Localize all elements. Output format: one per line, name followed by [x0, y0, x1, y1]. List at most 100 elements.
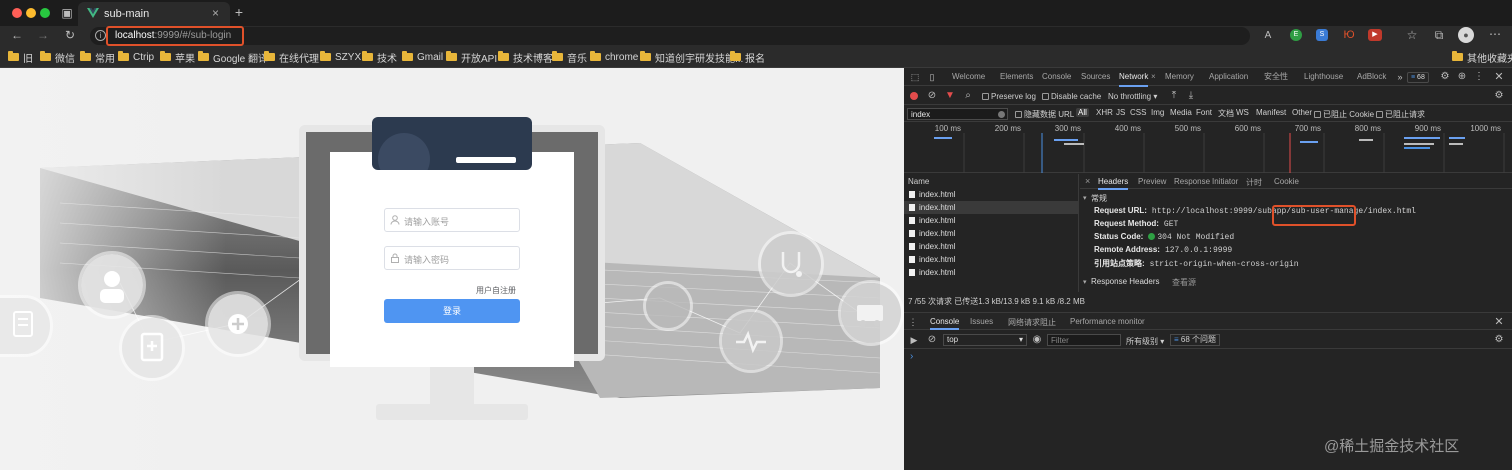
bookmark-item[interactable]: 微信	[40, 50, 75, 65]
devtools-tab-elements[interactable]: Elements	[1000, 68, 1033, 86]
request-row[interactable]: index.html	[904, 240, 1078, 253]
bookmark-item[interactable]: Gmail	[402, 50, 443, 64]
password-field[interactable]: 请输入密码	[384, 246, 520, 270]
console-sidebar-icon[interactable]: ▶	[909, 333, 919, 347]
filter-input[interactable]: index	[907, 108, 1008, 120]
issues-badge[interactable]: ≡ 68	[1407, 72, 1429, 83]
drawer-menu-icon[interactable]: ⋮	[908, 315, 918, 329]
bookmark-item[interactable]: 音乐	[552, 50, 587, 65]
extension-yu-icon[interactable]: Ю	[1343, 28, 1355, 42]
minimize-window-button[interactable]	[26, 8, 36, 18]
browser-tab[interactable]: sub-main ×	[78, 2, 230, 26]
detail-tab-cookie[interactable]: Cookie	[1274, 177, 1299, 186]
network-settings-icon[interactable]: ⚙	[1494, 89, 1504, 103]
bookmark-item[interactable]: 知道创宇研发技能...	[640, 50, 743, 65]
devtools-tab-安全性[interactable]: 安全性	[1264, 68, 1288, 86]
import-har-icon[interactable]: ⤒	[1169, 89, 1179, 103]
hide-data-url-checkbox[interactable]: 隐藏数据 URL	[1015, 109, 1074, 120]
throttling-select[interactable]: No throttling ▾	[1108, 92, 1157, 101]
response-headers-title[interactable]: Response Headers	[1091, 277, 1159, 286]
filter-type-9[interactable]: Manifest	[1254, 108, 1288, 117]
disable-cache-checkbox[interactable]: Disable cache	[1042, 92, 1101, 101]
view-source-link[interactable]: 查看源	[1172, 277, 1196, 288]
remote-devices-icon[interactable]: ⊕	[1457, 70, 1467, 84]
close-window-button[interactable]	[12, 8, 22, 18]
devtools-tab-network[interactable]: Network	[1119, 68, 1149, 87]
other-bookmarks-folder[interactable]: 其他收藏夹	[1452, 50, 1512, 65]
address-bar[interactable]: i localhost:9999/#/sub-login	[90, 27, 1250, 45]
request-row[interactable]: index.html	[904, 266, 1078, 279]
detail-tab-headers[interactable]: Headers	[1098, 177, 1129, 190]
more-tabs-icon[interactable]: »	[1395, 70, 1405, 84]
maximize-window-button[interactable]	[40, 8, 50, 18]
bookmark-item[interactable]: 苹果	[160, 50, 195, 65]
close-devtools-icon[interactable]: ✕	[1494, 70, 1504, 84]
filter-type-7[interactable]: 文档	[1216, 108, 1236, 119]
bookmark-item[interactable]: 技术博客	[498, 50, 553, 65]
request-row[interactable]: index.html	[904, 214, 1078, 227]
filter-type-4[interactable]: Img	[1149, 108, 1166, 117]
bookmark-item[interactable]: 技术	[362, 50, 397, 65]
log-levels-select[interactable]: 所有级别 ▾	[1126, 336, 1164, 347]
filter-icon[interactable]: ▼	[945, 89, 955, 103]
settings-gear-icon[interactable]: ⚙	[1440, 70, 1450, 84]
video-extension-icon[interactable]: ▶	[1368, 29, 1382, 41]
clear-filter-icon[interactable]	[998, 111, 1005, 118]
general-expand-icon[interactable]: ▾	[1083, 194, 1087, 202]
context-select[interactable]: top ▾	[943, 334, 1027, 346]
console-prompt[interactable]: ›	[910, 351, 913, 362]
profile-avatar[interactable]: ●	[1458, 27, 1474, 43]
back-icon[interactable]: ←	[10, 28, 24, 42]
request-row[interactable]: index.html	[904, 227, 1078, 240]
clear-icon[interactable]: ⊘	[927, 89, 937, 103]
forward-icon[interactable]: →	[36, 28, 50, 42]
new-tab-icon[interactable]: +	[232, 5, 246, 19]
bookmark-item[interactable]: 常用	[80, 50, 115, 65]
drawer-tab-1[interactable]: Issues	[970, 317, 993, 326]
name-column-header[interactable]: Name	[908, 177, 929, 186]
detail-tab-计时[interactable]: 计时	[1246, 177, 1262, 188]
request-row[interactable]: index.html	[904, 188, 1078, 201]
evernote-extension-icon[interactable]: E	[1290, 29, 1302, 41]
bookmark-item[interactable]: chrome	[590, 50, 638, 64]
filter-type-6[interactable]: Font	[1194, 108, 1214, 117]
tab-close-icon[interactable]: ×	[212, 6, 219, 20]
devtools-tab-sources[interactable]: Sources	[1081, 68, 1110, 86]
inspect-element-icon[interactable]: ⬚	[909, 70, 921, 84]
bookmark-item[interactable]: 报名	[730, 50, 765, 65]
console-issues-button[interactable]: ≡ 68 个问题	[1170, 334, 1221, 346]
bookmark-item[interactable]: 旧	[8, 50, 33, 65]
login-button[interactable]: 登录	[384, 299, 520, 323]
clear-console-icon[interactable]: ⊘	[927, 333, 937, 347]
devtools-tab-console[interactable]: Console	[1042, 68, 1071, 86]
filter-type-5[interactable]: Media	[1168, 108, 1194, 117]
self-register-link[interactable]: 用户自注册	[476, 285, 516, 296]
proxy-extension-icon[interactable]: S	[1316, 29, 1328, 41]
filter-type-1[interactable]: XHR	[1094, 108, 1115, 117]
favorites-star-icon[interactable]: ☆	[1405, 28, 1419, 42]
export-har-icon[interactable]: ⤓	[1186, 89, 1196, 103]
bookmark-item[interactable]: 开放API	[446, 50, 497, 65]
devtools-tab-lighthouse[interactable]: Lighthouse	[1304, 68, 1343, 86]
bookmark-item[interactable]: Ctrip	[118, 50, 154, 64]
drawer-tab-0[interactable]: Console	[930, 317, 960, 330]
blocked-requests-checkbox[interactable]: 已阻止请求	[1376, 109, 1425, 120]
filter-type-2[interactable]: JS	[1114, 108, 1127, 117]
devtools-tab-adblock[interactable]: AdBlock	[1357, 68, 1386, 86]
devtools-tab-welcome[interactable]: Welcome	[952, 68, 985, 86]
response-headers-expand-icon[interactable]: ▾	[1083, 278, 1087, 286]
bookmark-item[interactable]: 在线代理	[264, 50, 319, 65]
request-row[interactable]: index.html	[904, 201, 1078, 214]
bookmark-item[interactable]: Google 翻译	[198, 50, 268, 65]
reload-icon[interactable]: ↻	[63, 28, 77, 42]
filter-type-10[interactable]: Other	[1290, 108, 1314, 117]
preserve-log-checkbox[interactable]: Preserve log	[982, 92, 1036, 101]
filter-type-8[interactable]: WS	[1234, 108, 1251, 117]
device-toolbar-icon[interactable]: ▯	[926, 70, 938, 84]
blocked-cookie-checkbox[interactable]: 已阻止 Cookie	[1314, 109, 1374, 120]
filter-type-3[interactable]: CSS	[1128, 108, 1148, 117]
read-aloud-icon[interactable]: A	[1262, 29, 1274, 43]
console-filter-input[interactable]: Filter	[1047, 334, 1121, 346]
devtools-menu-icon[interactable]: ⋮	[1474, 70, 1484, 84]
drawer-tab-2[interactable]: 网络请求阻止	[1008, 317, 1056, 328]
